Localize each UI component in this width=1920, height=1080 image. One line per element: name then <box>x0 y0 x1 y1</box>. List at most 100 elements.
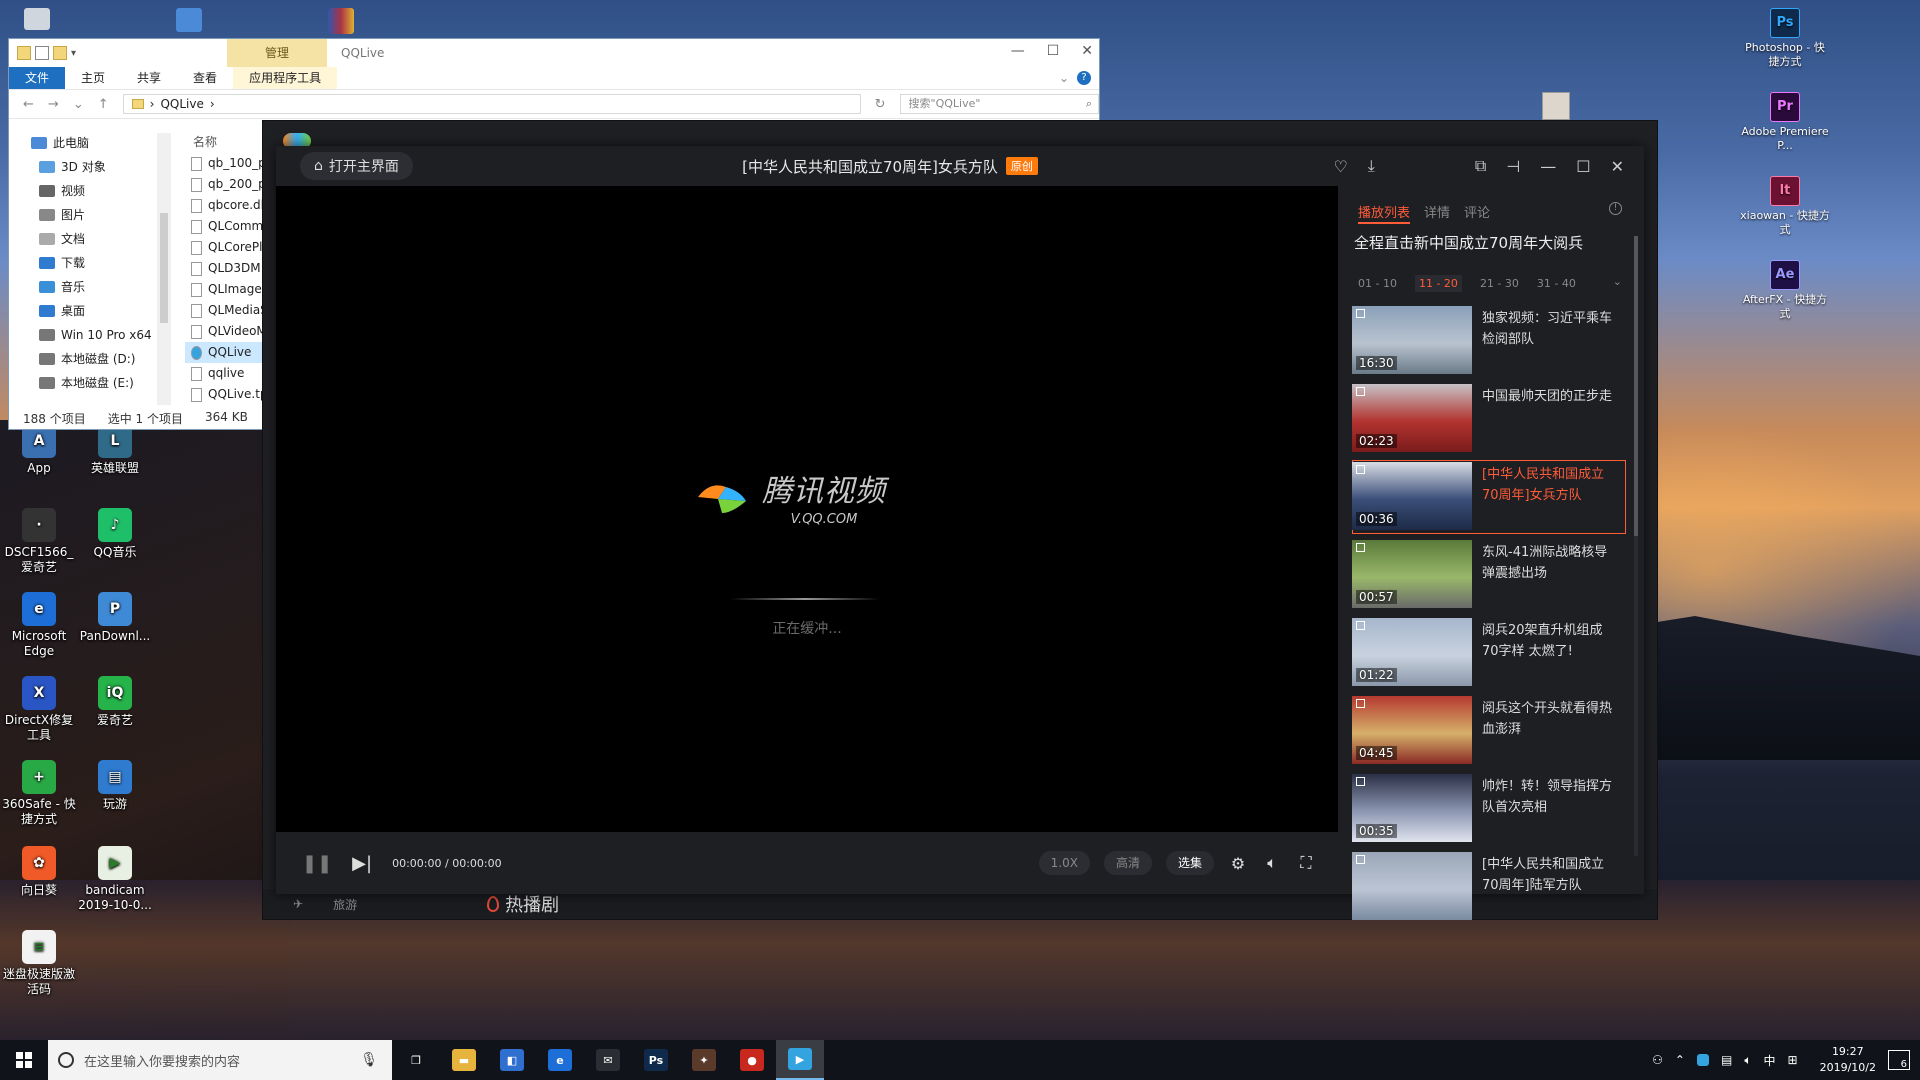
taskbar-mail[interactable]: ✉ <box>584 1040 632 1080</box>
properties-icon[interactable] <box>35 46 49 60</box>
nav-item[interactable]: Win 10 Pro x64 <box>9 323 157 347</box>
speed-button[interactable]: 1.0X <box>1038 851 1090 875</box>
tab-share[interactable]: 共享 <box>121 67 177 89</box>
video-area[interactable]: 腾讯视频 V.QQ.COM 正在缓冲... <box>276 186 1338 832</box>
notification-icon[interactable]: 6 <box>1888 1050 1910 1070</box>
network-icon[interactable]: ▤ <box>1721 1053 1732 1067</box>
open-main-button[interactable]: ⌂ 打开主界面 <box>300 152 413 180</box>
desktop-icon[interactable]: ≡ 迷盘极速版激活码 <box>0 930 78 997</box>
breadcrumb[interactable]: QQLive <box>160 97 203 111</box>
nav-item[interactable]: 文档 <box>9 227 157 251</box>
desktop-icon[interactable]: X DirectX修复工具 <box>0 676 78 743</box>
desktop-icon[interactable]: Ps Photoshop - 快捷方式 <box>1740 8 1830 69</box>
desktop-icon[interactable]: Pr Adobe Premiere P... <box>1740 92 1830 153</box>
episode-item[interactable]: 02:23 中国最帅天团的正步走 <box>1338 380 1644 458</box>
pin-icon[interactable]: ⊣ <box>1506 157 1520 176</box>
desktop-icon[interactable]: ▶ bandicam 2019-10-0... <box>76 846 154 913</box>
tab-details[interactable]: 详情 <box>1424 202 1450 232</box>
pause-icon[interactable]: ❚❚ <box>302 853 332 874</box>
up-icon[interactable]: ↑ <box>98 97 109 112</box>
desktop-icon[interactable]: +360Safe - 快捷方式 <box>0 760 78 827</box>
nav-item[interactable]: 此电脑 <box>9 131 157 155</box>
settings-icon[interactable]: ⚙ <box>1228 854 1248 873</box>
volume-icon[interactable]: 🔈︎ <box>1262 853 1282 873</box>
send-icon[interactable]: ✈ <box>293 897 303 911</box>
search-input[interactable]: 搜索"QQLive" ⌕ <box>899 94 1099 114</box>
help-icon[interactable]: ? <box>1077 71 1091 85</box>
range-tab[interactable]: 21 - 30 <box>1480 277 1519 290</box>
qqlive-tray-icon[interactable] <box>1696 1054 1709 1066</box>
range-tab[interactable]: 01 - 10 <box>1358 277 1397 290</box>
microphone-icon[interactable]: 🎙︎ <box>360 1052 378 1068</box>
taskbar-store[interactable]: ◧ <box>488 1040 536 1080</box>
address-bar[interactable]: › QQLive › <box>122 94 861 114</box>
chevron-down-icon[interactable]: ⌄ <box>1613 275 1622 288</box>
new-folder-icon[interactable] <box>53 46 67 60</box>
nav-item[interactable]: 桌面 <box>9 299 157 323</box>
tab-app-tools[interactable]: 应用程序工具 <box>233 67 338 89</box>
ime-indicator[interactable]: 中 <box>1764 1052 1776 1069</box>
nav-item[interactable]: 本地磁盘 (E:) <box>9 371 157 395</box>
travel-link[interactable]: 旅游 <box>333 896 357 913</box>
recent-icon[interactable]: ⌄ <box>73 97 84 112</box>
taskbar-qqlive[interactable]: ▶ <box>776 1040 824 1080</box>
recycle-bin-icon[interactable] <box>24 8 50 30</box>
avatar[interactable] <box>1542 92 1570 120</box>
back-icon[interactable]: ← <box>23 97 34 112</box>
maximize-icon[interactable]: ☐ <box>1576 157 1590 176</box>
manage-tab[interactable]: 管理 <box>227 39 327 67</box>
episode-item[interactable]: 04:45 阅兵这个开头就看得热血澎湃 <box>1338 692 1644 770</box>
maximize-icon[interactable]: ☐ <box>1047 43 1060 59</box>
range-tab[interactable]: 11 - 20 <box>1414 274 1462 292</box>
episode-item[interactable]: 00:36 [中华人民共和国成立70周年]女兵方队 <box>1350 458 1628 536</box>
desktop-icon[interactable]: lt xiaowan - 快捷方式 <box>1740 176 1830 237</box>
mini-mode-icon[interactable]: ⧉ <box>1475 156 1486 176</box>
nav-scrollbar[interactable] <box>157 133 171 405</box>
desktop-icon[interactable]: ▤ 玩游 <box>76 760 154 812</box>
close-icon[interactable]: ✕ <box>1081 43 1093 59</box>
nav-item[interactable]: 本地磁盘 (D:) <box>9 347 157 371</box>
episode-item[interactable]: 00:35 帅炸！转！领导指挥方队首次亮相 <box>1338 770 1644 848</box>
taskbar-task-view[interactable]: ❐ <box>392 1040 440 1080</box>
episode-item[interactable]: 00:57 东风-41洲际战略核导弹震撼出场 <box>1338 536 1644 614</box>
episodes-button[interactable]: 选集 <box>1165 851 1214 875</box>
desktop-icon[interactable]: e Microsoft Edge <box>0 592 78 659</box>
favorite-icon[interactable]: ♡ <box>1333 157 1347 176</box>
tab-playlist[interactable]: 播放列表 <box>1358 202 1411 224</box>
tab-home[interactable]: 主页 <box>65 67 121 89</box>
tab-comments[interactable]: 评论 <box>1464 202 1490 232</box>
nav-item[interactable]: 图片 <box>9 203 157 227</box>
fullscreen-icon[interactable]: ⛶ <box>1296 853 1316 873</box>
desktop-icon[interactable]: iQ 爱奇艺 <box>76 676 154 728</box>
ribbon-expand-icon[interactable]: ⌄ <box>1059 67 1077 89</box>
volume-icon[interactable]: 🔈︎ <box>1744 1053 1751 1068</box>
taskbar-file-explorer[interactable]: ▬ <box>440 1040 488 1080</box>
hot-series-link[interactable]: 热播剧 <box>487 891 559 917</box>
minimize-icon[interactable]: — <box>1540 157 1556 176</box>
episode-item[interactable]: 16:30 独家视频：习近平乘车检阅部队 <box>1338 302 1644 380</box>
nav-item[interactable]: 视频 <box>9 179 157 203</box>
chevron-down-icon[interactable]: ▾ <box>71 48 76 59</box>
episode-item[interactable]: [中华人民共和国成立70周年]陆军方队 <box>1338 848 1644 926</box>
desktop-icon[interactable]: Ae AfterFX - 快捷方式 <box>1740 260 1830 321</box>
range-tab[interactable]: 31 - 40 <box>1537 277 1576 290</box>
start-button[interactable] <box>0 1040 48 1080</box>
keyboard-layout-icon[interactable]: ⊞ <box>1788 1053 1798 1067</box>
playlist-scrollbar[interactable] <box>1634 236 1638 856</box>
minimize-icon[interactable]: — <box>1011 43 1025 59</box>
taskbar-game[interactable]: ✦ <box>680 1040 728 1080</box>
download-icon[interactable]: ⤓ <box>1368 156 1375 176</box>
taskbar-photoshop[interactable]: Ps <box>632 1040 680 1080</box>
next-icon[interactable]: ▶| <box>352 853 372 874</box>
computer-icon[interactable] <box>176 8 202 32</box>
episode-item[interactable]: 01:22 阅兵20架直升机组成70字样 太燃了! <box>1338 614 1644 692</box>
people-icon[interactable]: ⚇ <box>1652 1053 1663 1067</box>
nav-item[interactable]: 3D 对象 <box>9 155 157 179</box>
forward-icon[interactable]: → <box>48 97 59 112</box>
desktop-icon[interactable]: A App <box>0 424 78 476</box>
desktop-icon[interactable]: P PanDownl... <box>76 592 154 644</box>
chevron-up-icon[interactable]: ⌃ <box>1675 1053 1685 1067</box>
desktop-icon[interactable]: L 英雄联盟 <box>76 424 154 476</box>
tab-file[interactable]: 文件 <box>9 67 66 89</box>
taskbar-edge[interactable]: e <box>536 1040 584 1080</box>
